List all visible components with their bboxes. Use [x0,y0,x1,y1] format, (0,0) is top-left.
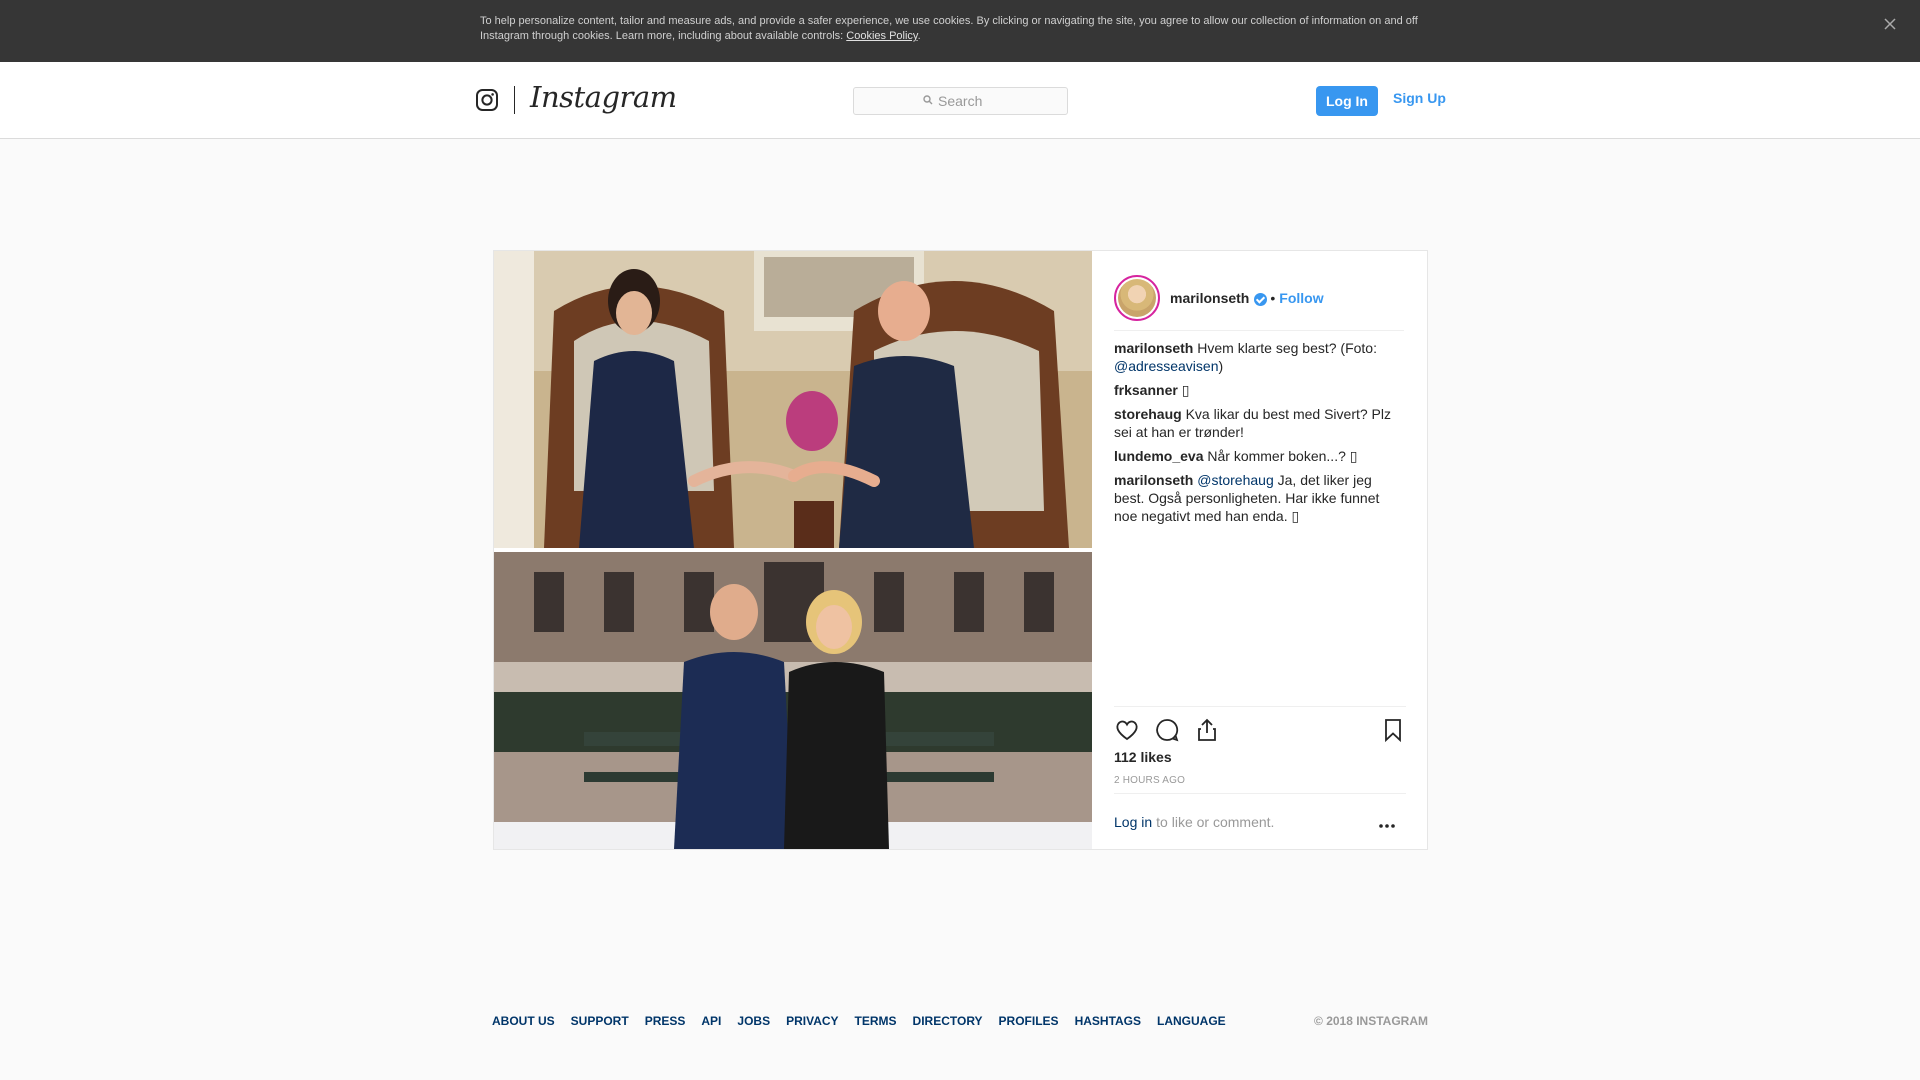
login-prompt: Log in to like or comment. [1114,793,1406,849]
like-count[interactable]: 112 likes [1114,749,1172,765]
copyright: © 2018 INSTAGRAM [1314,1014,1428,1028]
footer-link-about[interactable]: ABOUT US [492,1014,555,1028]
footer-link-press[interactable]: PRESS [645,1014,686,1028]
mention-link[interactable]: @storehaug [1197,472,1273,488]
cookies-policy-link[interactable]: Cookies Policy [846,30,917,42]
footer-link-directory[interactable]: DIRECTORY [913,1014,983,1028]
comment-text: ▯ [1181,382,1190,398]
comment-user[interactable]: lundemo_eva [1114,448,1203,464]
separator-dot: • [1270,289,1276,306]
post-sidebar: marilonseth • Follow marilonseth Hvem kl… [1092,251,1427,849]
comment-item: frksanner ▯ [1114,381,1404,399]
post-timestamp: 2 HOURS AGO [1114,775,1186,786]
footer-link-hashtags[interactable]: HASHTAGS [1075,1014,1141,1028]
footer-link-api[interactable]: API [701,1014,721,1028]
comment-item: marilonseth @storehaug Ja, det liker jeg… [1114,471,1404,525]
login-link[interactable]: Log in [1114,814,1152,830]
comment-user[interactable]: frksanner [1114,382,1178,398]
bookmark-icon[interactable] [1380,717,1406,743]
comment-text: Når kommer boken...? ▯ [1207,448,1358,464]
post-header: marilonseth • Follow [1114,265,1404,331]
cookie-text: To help personalize content, tailor and … [480,14,1420,44]
search-box[interactable] [853,87,1068,115]
comment-user[interactable]: marilonseth [1114,472,1193,488]
comment-item: marilonseth Hvem klarte seg best? (Foto:… [1114,339,1404,375]
footer-link-jobs[interactable]: JOBS [737,1014,770,1028]
footer-link-language[interactable]: LANGUAGE [1157,1014,1226,1028]
verified-badge-icon [1254,293,1268,306]
instagram-glyph-icon[interactable] [475,88,499,112]
search-input[interactable] [938,93,998,109]
comment-icon[interactable] [1154,717,1180,743]
photo-bottom-panel [494,552,1092,849]
more-options-icon[interactable] [1378,816,1396,828]
heart-icon[interactable] [1114,717,1140,743]
footer: ABOUT US SUPPORT PRESS API JOBS PRIVACY … [492,1014,1428,1030]
footer-link-support[interactable]: SUPPORT [571,1014,629,1028]
instagram-wordmark[interactable]: Instagram [530,80,677,114]
comment-user[interactable]: storehaug [1114,406,1182,422]
comment-item: lundemo_eva Når kommer boken...? ▯ [1114,447,1404,465]
mention-link[interactable]: @adresseavisen [1114,358,1219,374]
top-nav: Instagram Log In Sign Up [0,62,1920,139]
login-button[interactable]: Log In [1316,86,1378,116]
logo-divider [514,86,515,114]
comment-list: marilonseth Hvem klarte seg best? (Foto:… [1114,339,1404,531]
photo-top-panel [494,251,1092,548]
comment-item: storehaug Kva likar du best med Sivert? … [1114,405,1404,441]
cookie-suffix: . [917,30,921,42]
post-card: marilonseth • Follow marilonseth Hvem kl… [493,250,1428,850]
comment-text: Hvem klarte seg best? (Foto: [1197,340,1377,356]
footer-link-terms[interactable]: TERMS [855,1014,897,1028]
share-icon[interactable] [1194,717,1220,743]
post-photo[interactable] [494,251,1092,849]
footer-links: ABOUT US SUPPORT PRESS API JOBS PRIVACY … [492,1014,1226,1028]
search-icon [923,92,933,110]
comment-text-end: ) [1218,358,1224,374]
follow-button[interactable]: Follow [1279,290,1323,306]
comment-user[interactable]: marilonseth [1114,340,1193,356]
footer-link-profiles[interactable]: PROFILES [999,1014,1059,1028]
signup-link[interactable]: Sign Up [1393,90,1446,106]
post-author[interactable]: marilonseth [1170,290,1249,306]
cookie-message: To help personalize content, tailor and … [480,15,1418,42]
footer-link-privacy[interactable]: PRIVACY [786,1014,838,1028]
post-actions: 112 likes 2 HOURS AGO Log in to like or … [1114,706,1406,850]
avatar[interactable] [1114,274,1160,321]
cookie-banner: To help personalize content, tailor and … [0,0,1920,62]
login-prompt-text: to like or comment. [1156,813,1275,830]
close-icon[interactable] [1880,14,1900,34]
